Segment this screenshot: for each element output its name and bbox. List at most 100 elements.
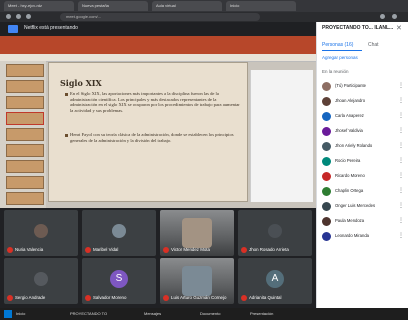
more-options-icon[interactable]: ⋮ — [398, 142, 404, 149]
avatar — [322, 232, 331, 241]
slide-thumbnail[interactable] — [6, 192, 44, 205]
muted-mic-icon — [85, 295, 91, 301]
slide-thumbnail[interactable] — [6, 112, 44, 125]
more-options-icon[interactable]: ⋮ — [398, 232, 404, 239]
more-options-icon[interactable]: ⋮ — [398, 217, 404, 224]
format-panel — [250, 70, 313, 202]
avatar — [322, 112, 331, 121]
tab-chat[interactable]: Chat — [368, 42, 379, 48]
more-options-icon[interactable]: ⋮ — [398, 112, 404, 119]
more-options-icon[interactable]: ⋮ — [398, 127, 404, 134]
tile-name: Maribel Vidal — [93, 247, 119, 252]
profile-icon[interactable] — [392, 14, 397, 19]
slide-thumbnail[interactable] — [6, 176, 44, 189]
avatar — [322, 127, 331, 136]
tile-name: Nuria Valencia — [15, 247, 44, 252]
browser-tab[interactable]: Aula virtual — [152, 1, 222, 11]
bullet-icon — [65, 93, 68, 96]
avatar — [322, 172, 331, 181]
video-tile[interactable]: S Salvador Moreno — [82, 258, 156, 304]
participant-row[interactable]: Jhosef Valdivia ⋮ — [322, 125, 406, 139]
slide-thumbnail[interactable] — [6, 96, 44, 109]
ppt-menu — [0, 54, 316, 62]
taskbar-item[interactable]: Documento — [200, 310, 244, 318]
participant-row[interactable]: Chaplin Ortega ⋮ — [322, 185, 406, 199]
video-tile[interactable]: Maribel Vidal — [82, 210, 156, 256]
muted-mic-icon — [241, 295, 247, 301]
participant-name: Paula Mendoza — [335, 218, 365, 223]
video-tile[interactable]: Jhon Rosado Arrieta — [238, 210, 312, 256]
avatar — [322, 217, 331, 226]
add-people-button[interactable]: Agregar personas — [322, 55, 358, 60]
more-options-icon[interactable]: ⋮ — [398, 157, 404, 164]
tile-name: Salvador Moreno — [93, 295, 127, 300]
more-options-icon[interactable]: ⋮ — [398, 172, 404, 179]
ppt-ribbon — [0, 36, 316, 54]
slide-paragraph: Henri Fayol con su teoría clásica de la … — [70, 132, 234, 143]
participant-row[interactable]: Leonardo Miranda ⋮ — [322, 230, 406, 244]
video-tile[interactable]: Luis Arturo Guzmán Cornejo — [160, 258, 234, 304]
muted-mic-icon — [7, 295, 13, 301]
taskbar-item[interactable]: PROYECTANDO TO — [70, 310, 140, 318]
panel-title: PROYECTANDO TO... ILANL... — [322, 25, 394, 31]
muted-mic-icon — [163, 295, 169, 301]
slide-thumbnail[interactable] — [6, 64, 44, 77]
forward-icon[interactable] — [16, 14, 21, 19]
taskbar-item[interactable]: Presentación — [250, 310, 300, 318]
participant-row[interactable]: Paula Mendoza ⋮ — [322, 215, 406, 229]
muted-mic-icon — [7, 247, 13, 253]
back-icon[interactable] — [6, 14, 11, 19]
presenter-title: Netflix está presentando — [24, 25, 78, 31]
participant-row[interactable]: Jhoan Alejandro ⋮ — [322, 95, 406, 109]
more-options-icon[interactable]: ⋮ — [398, 82, 404, 89]
avatar — [322, 187, 331, 196]
participant-row[interactable]: (Tú) Participante ⋮ — [322, 80, 406, 94]
video-tile[interactable]: Nuria Valencia — [4, 210, 78, 256]
avatar — [322, 142, 331, 151]
participant-row[interactable]: Carla Anaperez ⋮ — [322, 110, 406, 124]
avatar — [322, 82, 331, 91]
taskbar-item[interactable]: Mensajes — [144, 310, 184, 318]
participant-row[interactable]: Onger Luis Mercedes ⋮ — [322, 200, 406, 214]
tile-name: Adrianita Quintal — [249, 295, 282, 300]
reload-icon[interactable] — [26, 14, 31, 19]
extension-icon[interactable] — [380, 14, 385, 19]
video-tile[interactable]: Victor Mendez Mota — [160, 210, 234, 256]
presenting-icon — [8, 25, 18, 33]
tab-people[interactable]: Personas (16) — [322, 42, 353, 48]
slide-thumbnail[interactable] — [6, 160, 44, 173]
bullet-icon — [65, 134, 68, 137]
slide-thumbnail[interactable] — [6, 128, 44, 141]
participant-row[interactable]: Rocio Pereira ⋮ — [322, 155, 406, 169]
more-options-icon[interactable]: ⋮ — [398, 187, 404, 194]
avatar-letter: A — [266, 270, 284, 288]
avatar — [322, 202, 331, 211]
browser-tab[interactable]: Inicio — [226, 1, 296, 11]
video-tile[interactable]: Sergio Andrade — [4, 258, 78, 304]
slide-thumbnail[interactable] — [6, 144, 44, 157]
video-tile[interactable]: A Adrianita Quintal — [238, 258, 312, 304]
taskbar-item[interactable]: Inicio — [16, 310, 50, 318]
avatar — [322, 157, 331, 166]
participant-row[interactable]: Jhon Ariely Rolando ⋮ — [322, 140, 406, 154]
profile-photo — [34, 272, 48, 286]
url-input[interactable]: meet.google.com/... — [60, 13, 260, 21]
more-options-icon[interactable]: ⋮ — [398, 97, 404, 104]
participant-name: Chaplin Ortega — [335, 188, 364, 193]
tab-indicator — [322, 50, 362, 51]
profile-photo — [34, 224, 48, 238]
slide-paragraph: En el Siglo XIX, las aportaciones más im… — [70, 91, 240, 113]
windows-start-icon[interactable] — [4, 310, 12, 318]
participants-label: En la reunión — [322, 69, 349, 74]
slide-thumbnail[interactable] — [6, 80, 44, 93]
camera-feed — [182, 218, 212, 248]
close-icon[interactable]: ✕ — [396, 24, 402, 32]
profile-photo — [268, 224, 282, 238]
browser-tab[interactable]: Nueva pestaña — [78, 1, 148, 11]
participant-row[interactable]: Ricardo Moreno ⋮ — [322, 170, 406, 184]
participant-name: Carla Anaperez — [335, 113, 364, 118]
participant-name: Ricardo Moreno — [335, 173, 365, 178]
tile-name: Victor Mendez Mota — [171, 247, 210, 252]
browser-tab[interactable]: Meet - hxy-ejcv-rdz — [4, 1, 74, 11]
more-options-icon[interactable]: ⋮ — [398, 202, 404, 209]
